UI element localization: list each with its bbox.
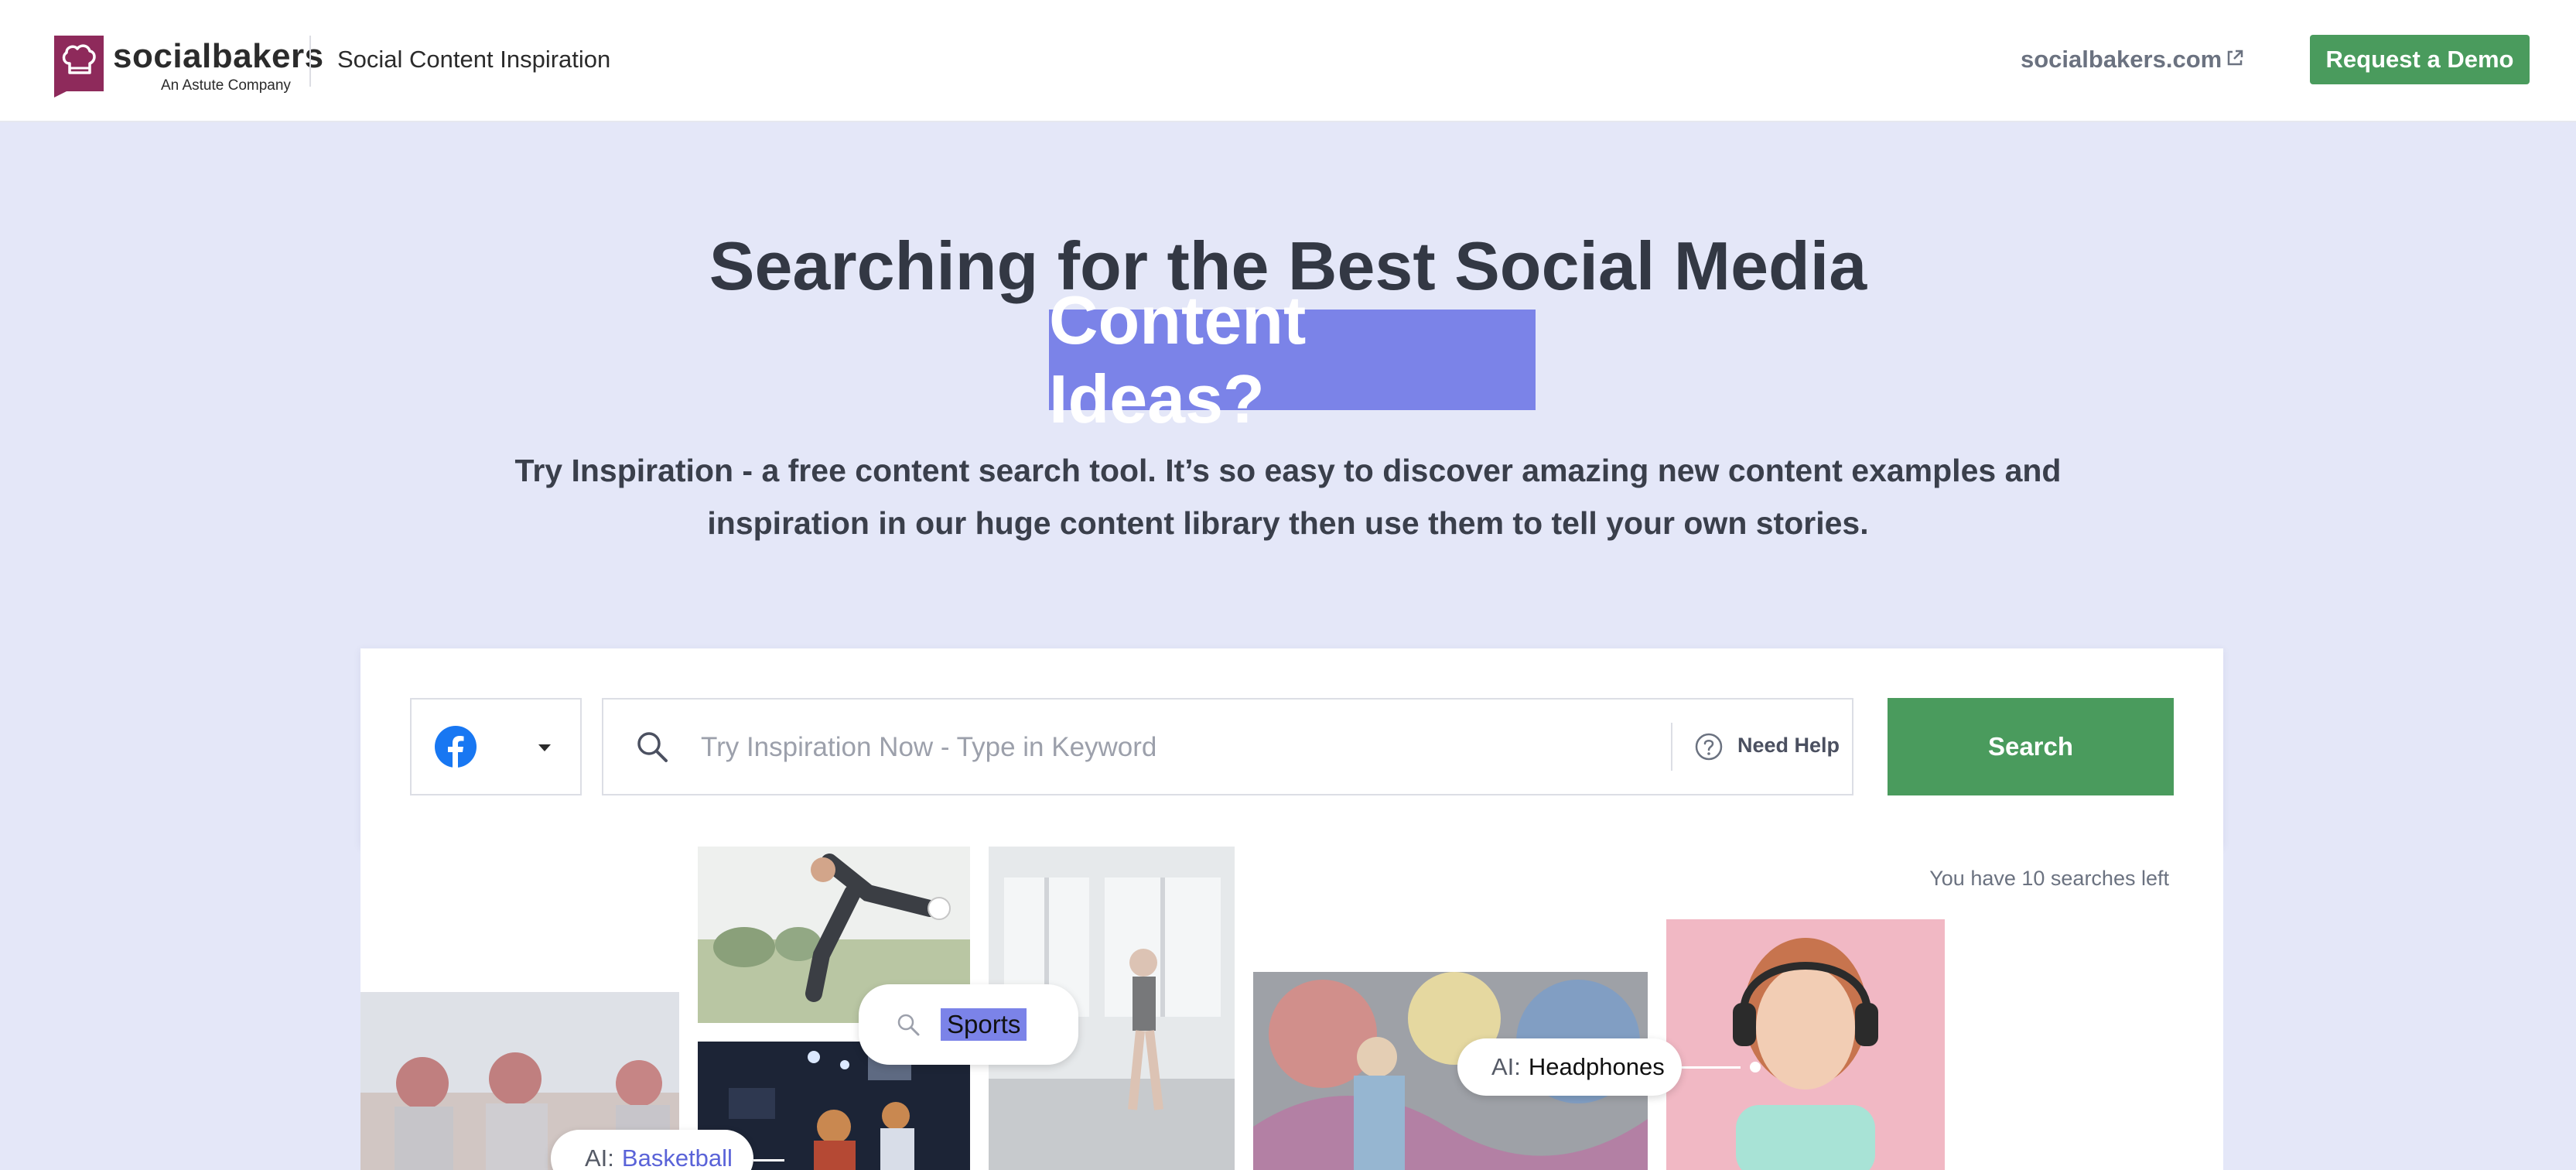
example-search-term: Sports [941, 1008, 1027, 1041]
example-search-pill: Sports [859, 984, 1078, 1065]
socialbakers-site-link[interactable]: socialbakers.com [2021, 46, 2222, 74]
ai-tag-dot [1750, 1062, 1761, 1072]
inspiration-gallery: You have 10 searches left Sports AI: Hea… [360, 847, 2223, 1170]
logo-tagline: An Astute Company [161, 77, 291, 94]
logo-wordmark[interactable]: socialbakers [113, 37, 324, 76]
help-icon[interactable] [1694, 732, 1724, 761]
ai-tag-prefix: AI: [1491, 1053, 1521, 1080]
header-divider [309, 36, 311, 87]
socialbakers-logo-icon[interactable] [54, 36, 104, 98]
chevron-down-icon [538, 744, 551, 751]
ai-tag-connector [1682, 1066, 1741, 1069]
headphones-portrait-image[interactable] [1666, 919, 1945, 1170]
searches-remaining-text: You have 10 searches left [1929, 867, 2169, 890]
hero-description: Try Inspiration - a free content search … [514, 453, 2062, 541]
network-select-dropdown[interactable] [410, 698, 582, 795]
search-field-divider [1671, 723, 1672, 771]
app-title: Social Content Inspiration [337, 46, 611, 73]
need-help-link[interactable]: Need Help [1737, 734, 1840, 758]
search-icon [637, 732, 668, 762]
ai-tag-connector [753, 1159, 784, 1161]
ai-tag-value: Headphones [1528, 1053, 1665, 1080]
keyword-search-input[interactable] [701, 723, 1629, 772]
top-navigation-bar: socialbakers An Astute Company Social Co… [0, 0, 2576, 122]
external-link-icon[interactable] [2225, 48, 2245, 68]
ai-tag-basketball: AI: Basketball [551, 1130, 753, 1170]
ai-tag-value[interactable]: Basketball [622, 1144, 733, 1170]
hero-title-highlight: Content Ideas? [1049, 282, 1536, 437]
search-icon [897, 1014, 920, 1036]
search-field: Need Help [602, 698, 1853, 795]
ai-tag-headphones: AI: Headphones [1457, 1038, 1682, 1096]
facebook-icon [435, 726, 477, 768]
search-button[interactable]: Search [1888, 698, 2174, 795]
search-card: Need Help Search [360, 648, 2223, 847]
ai-tag-prefix: AI: [585, 1144, 614, 1170]
request-demo-button[interactable]: Request a Demo [2310, 35, 2530, 84]
